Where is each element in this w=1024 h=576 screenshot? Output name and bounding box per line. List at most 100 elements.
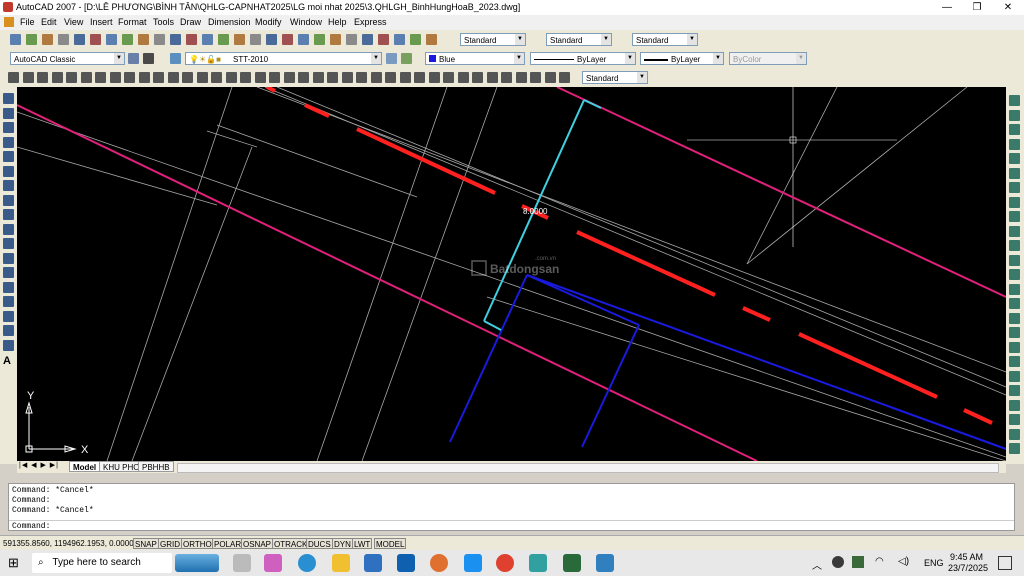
toolbar-tool-icon[interactable]	[3, 180, 14, 191]
toolbar-tool-icon[interactable]	[516, 72, 527, 83]
toolbar-tool-icon[interactable]	[1009, 313, 1020, 324]
toolbar-tool-icon[interactable]	[1009, 124, 1020, 135]
toolbar-tool-icon[interactable]	[26, 34, 37, 45]
toolbar-tool-icon[interactable]	[3, 93, 14, 104]
close-button[interactable]: ✕	[993, 0, 1023, 15]
toolbar-tool-icon[interactable]	[356, 72, 367, 83]
minimize-button[interactable]: —	[932, 0, 962, 15]
toolbar-tool-icon[interactable]	[378, 34, 389, 45]
toolbar-tool-icon[interactable]	[3, 311, 14, 322]
dim-style-combo[interactable]: Standard ▼	[546, 33, 612, 46]
toolbar-tool-icon[interactable]	[371, 72, 382, 83]
toolbar-tool-icon[interactable]	[1009, 443, 1020, 454]
toolbar-tool-icon[interactable]	[3, 122, 14, 133]
toolbar-tool-icon[interactable]	[1009, 255, 1020, 266]
toolbar-tool-icon[interactable]	[3, 253, 14, 264]
menu-tools[interactable]: Tools	[153, 17, 174, 27]
toolbar-tool-icon[interactable]	[1009, 385, 1020, 396]
toolbar-tool-icon[interactable]	[1009, 153, 1020, 164]
volume-icon[interactable]: ◁)	[898, 556, 909, 567]
toolbar-tool-icon[interactable]	[426, 34, 437, 45]
toolbar-tool-icon[interactable]	[3, 224, 14, 235]
tab-pbhhb[interactable]: PBHHB	[138, 461, 174, 472]
toolbar-tool-icon[interactable]	[429, 72, 440, 83]
table-style-combo[interactable]: Standard ▼	[632, 33, 698, 46]
toolbar-tool-icon[interactable]	[545, 72, 556, 83]
toolbar-tool-icon[interactable]	[1009, 414, 1020, 425]
osnap-toggle[interactable]: OSNAP	[241, 538, 274, 549]
toolbar-tool-icon[interactable]	[58, 34, 69, 45]
toolbar-tool-icon[interactable]	[250, 34, 261, 45]
ducs-toggle[interactable]: DUCS	[306, 538, 333, 549]
toolbar-tool-icon[interactable]	[197, 72, 208, 83]
toolbar-tool-icon[interactable]	[1009, 139, 1020, 150]
toolbar-tool-icon[interactable]	[400, 72, 411, 83]
toolbar-tool-icon[interactable]	[10, 34, 21, 45]
workspace-combo[interactable]: AutoCAD Classic ▼	[10, 52, 125, 65]
toolbar-tool-icon[interactable]	[330, 34, 341, 45]
toolbar-tool-icon[interactable]	[362, 34, 373, 45]
language-indicator[interactable]: ENG	[924, 558, 944, 568]
color-combo[interactable]: Blue ▼	[425, 52, 525, 65]
toolbar-tool-icon[interactable]	[52, 72, 63, 83]
toolbar-tool-icon[interactable]	[1009, 226, 1020, 237]
toolbar-tool-icon[interactable]	[1009, 95, 1020, 106]
menu-view[interactable]: View	[64, 17, 83, 27]
lineweight-combo[interactable]: ByLayer ▼	[640, 52, 724, 65]
toolbar-tool-icon[interactable]	[298, 72, 309, 83]
toolbar-tool-icon[interactable]	[414, 72, 425, 83]
menu-express[interactable]: Express	[354, 17, 387, 27]
toolbar-tool-icon[interactable]	[42, 34, 53, 45]
edge-icon[interactable]	[298, 554, 316, 572]
toolbar-tool-icon[interactable]	[66, 72, 77, 83]
toolbar-tool-icon[interactable]	[1009, 400, 1020, 411]
menu-edit[interactable]: Edit	[41, 17, 57, 27]
toolbar-tool-icon[interactable]	[327, 72, 338, 83]
toolbar-tool-icon[interactable]	[153, 72, 164, 83]
toolbar-tool-icon[interactable]	[211, 72, 222, 83]
toolbar-tool-icon[interactable]	[3, 137, 14, 148]
toolbar-tool-icon[interactable]	[1009, 284, 1020, 295]
toolbar-tool-icon[interactable]	[139, 72, 150, 83]
toolbar-tool-icon[interactable]	[1009, 371, 1020, 382]
toolbar-tool-icon[interactable]	[1009, 269, 1020, 280]
toolbar-tool-icon[interactable]	[385, 72, 396, 83]
toolbar-tool-icon[interactable]	[168, 72, 179, 83]
toolbar-tool-icon[interactable]	[313, 72, 324, 83]
toolbar-tool-icon[interactable]	[1009, 197, 1020, 208]
layer-combo[interactable]: 💡☀🔓■ STT-2010 ▼	[185, 52, 382, 65]
toolbar-tool-icon[interactable]	[3, 340, 14, 351]
toolbar-tool-icon[interactable]	[1009, 182, 1020, 193]
toolbar-tool-icon[interactable]	[282, 34, 293, 45]
clock-time[interactable]: 9:45 AM	[950, 552, 983, 562]
wifi-icon[interactable]: ◠	[875, 556, 884, 567]
toolbar-tool-icon[interactable]	[3, 296, 14, 307]
maximize-button[interactable]: ❐	[962, 0, 992, 15]
tab-model[interactable]: Model	[69, 461, 101, 472]
toolbar-tool-icon[interactable]	[458, 72, 469, 83]
command-input[interactable]: Command:	[9, 520, 1014, 532]
toolbar-tool-icon[interactable]	[1009, 327, 1020, 338]
file-explorer-icon[interactable]	[332, 554, 350, 572]
document-icon[interactable]	[4, 17, 14, 27]
toolbar-tool-icon[interactable]	[501, 72, 512, 83]
toolbar-tool-icon[interactable]	[3, 166, 14, 177]
toolbar-tool-icon[interactable]	[3, 325, 14, 336]
toolbar-tool-icon[interactable]	[3, 151, 14, 162]
autocad-taskbar-icon[interactable]	[529, 554, 547, 572]
model-toggle[interactable]: MODEL	[374, 538, 407, 549]
chrome-icon[interactable]	[496, 554, 514, 572]
zalo-icon[interactable]	[464, 554, 482, 572]
coordinate-readout[interactable]: 591355.8560, 1194962.1953, 0.0000	[3, 539, 134, 548]
tab-navigation-arrows[interactable]: |◀ ◀ ▶ ▶|	[19, 461, 59, 469]
dolphin-widget-icon[interactable]	[175, 554, 219, 572]
toolbar-tool-icon[interactable]	[559, 72, 570, 83]
drawing-canvas[interactable]: 8.0000 Batdongsan .com.vn Y X	[16, 85, 1007, 462]
toolbar-tool-icon[interactable]	[218, 34, 229, 45]
copilot-icon[interactable]	[264, 554, 282, 572]
tab-khu-pho[interactable]: KHU PHO	[99, 461, 144, 472]
menu-format[interactable]: Format	[118, 17, 147, 27]
toolbar-tool-icon[interactable]	[269, 72, 280, 83]
grid-toggle[interactable]: GRID	[158, 538, 182, 549]
toolbar-tool-icon[interactable]	[3, 108, 14, 119]
